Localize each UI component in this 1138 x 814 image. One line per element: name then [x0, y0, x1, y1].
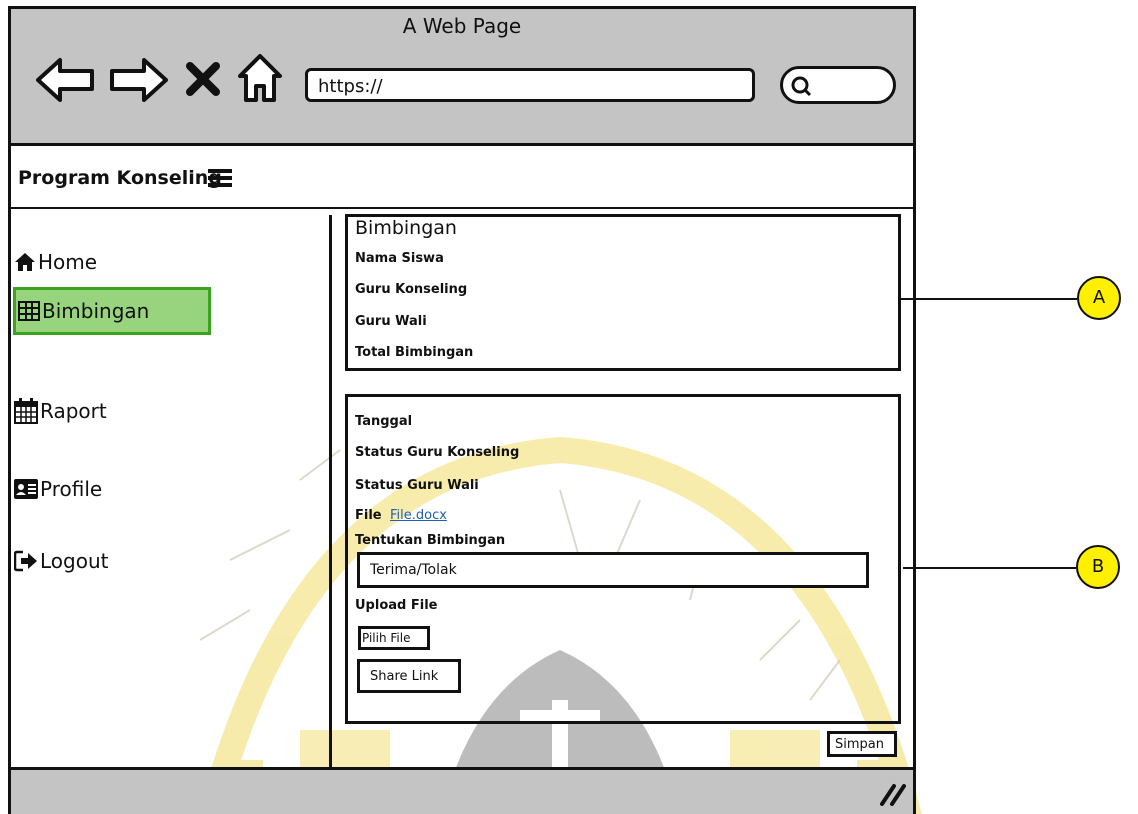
file-link[interactable]: File.docx	[390, 508, 447, 523]
guru-wali-label: Guru Wali	[355, 314, 427, 329]
sidebar-item-raport[interactable]: Raport	[14, 398, 107, 424]
share-link-button[interactable]: Share Link	[357, 659, 461, 693]
callout-a: A	[1077, 276, 1121, 320]
sidebar-item-profile[interactable]: Profile	[14, 477, 102, 501]
status-bar	[11, 767, 913, 814]
sidebar-item-logout[interactable]: Logout	[14, 549, 108, 573]
stop-icon[interactable]	[184, 60, 222, 98]
sidebar-item-label: Logout	[40, 549, 109, 573]
sidebar-item-home[interactable]: Home	[14, 250, 97, 274]
tentukan-bimbingan-label: Tentukan Bimbingan	[355, 533, 506, 548]
sidebar-item-bimbingan[interactable]: Bimbingan	[13, 287, 211, 335]
brand-name: Program Konseling	[18, 167, 222, 189]
status-guru-konseling-label: Status Guru Konseling	[355, 445, 520, 460]
calendar-icon	[14, 398, 38, 424]
tanggal-label: Tanggal	[355, 414, 413, 429]
guru-konseling-label: Guru Konseling	[355, 282, 468, 297]
callout-b-line	[903, 567, 1076, 569]
nama-siswa-label: Nama Siswa	[355, 251, 444, 266]
table-icon	[18, 301, 40, 321]
callout-b: B	[1076, 545, 1120, 589]
search-icon	[791, 76, 812, 97]
resize-grip-icon[interactable]	[878, 780, 908, 806]
simpan-button[interactable]: Simpan	[827, 731, 897, 757]
upload-file-label: Upload File	[355, 598, 438, 613]
status-guru-wali-label: Status Guru Wali	[355, 478, 479, 493]
back-arrow-icon[interactable]	[34, 56, 96, 104]
tentukan-bimbingan-select[interactable]: Terima/Tolak	[357, 552, 869, 588]
sidebar-item-label: Profile	[40, 477, 103, 501]
total-bimbingan-label: Total Bimbingan	[355, 345, 474, 360]
sidebar-item-label: Raport	[40, 399, 107, 423]
window-title: A Web Page	[402, 14, 522, 38]
browser-search-input[interactable]	[780, 66, 896, 104]
pilih-file-button[interactable]: Pilih File	[358, 626, 430, 650]
sidebar-item-label: Bimbingan	[42, 299, 150, 323]
sidebar-item-label: Home	[38, 250, 98, 274]
hamburger-menu-icon[interactable]	[208, 168, 232, 188]
home-icon	[15, 253, 35, 271]
callout-a-line	[901, 298, 1077, 300]
panel-title: Bimbingan	[355, 217, 457, 239]
id-card-icon	[14, 479, 38, 499]
url-input[interactable]: https://	[305, 68, 755, 102]
file-label: File	[355, 508, 382, 523]
home-nav-icon[interactable]	[236, 52, 284, 104]
forward-arrow-icon[interactable]	[108, 56, 170, 104]
sign-out-icon	[14, 550, 37, 572]
sidebar-divider	[329, 215, 332, 775]
